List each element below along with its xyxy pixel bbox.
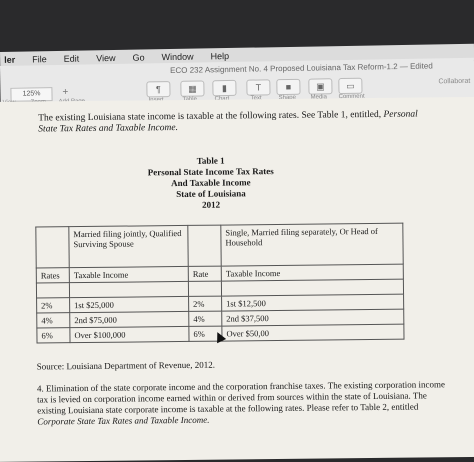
table-source: Source: Louisiana Department of Revenue,…: [36, 359, 216, 372]
menu-help[interactable]: Help: [210, 51, 229, 61]
insert-icon: ¶: [155, 84, 161, 95]
caption-line: 2012: [202, 199, 221, 210]
table-cell: 1st $25,000: [69, 296, 189, 313]
table-button[interactable]: ▦: [180, 80, 205, 97]
media-icon: ▣: [316, 81, 325, 92]
shape-button[interactable]: ■: [276, 78, 301, 96]
tax-rate-table: Married filing jointly, Qualified Surviv…: [35, 223, 405, 344]
group-header-single: Single, Married filing separately, Or He…: [220, 223, 404, 267]
menu-app[interactable]: ler: [4, 55, 15, 65]
chart-button[interactable]: ▮: [212, 79, 237, 97]
table-cell: 2%: [36, 297, 70, 314]
menu-window[interactable]: Window: [161, 52, 193, 63]
group-header-joint: Married filing jointly, Qualified Surviv…: [68, 225, 189, 268]
column-header-income: Taxable Income: [69, 266, 189, 283]
collaborate-button[interactable]: Collaborat: [438, 78, 470, 86]
intro-paragraph: The existing Louisiana state income is t…: [38, 109, 428, 135]
media-button[interactable]: ▣: [308, 78, 333, 95]
comment-icon: ▭: [346, 80, 355, 91]
table-cell-empty: [187, 225, 222, 267]
paragraph-4-text: 4. Elimination of the state corporate in…: [36, 379, 445, 416]
table-group-header-row: Married filing jointly, Qualified Surviv…: [35, 223, 404, 269]
insert-button[interactable]: ¶: [146, 81, 171, 98]
table-cell: 2nd $75,000: [69, 311, 189, 328]
menu-edit[interactable]: Edit: [64, 54, 80, 64]
table-cell: 4%: [188, 311, 222, 327]
table-cell-empty: [35, 226, 70, 269]
table-cell: Over $50,00: [221, 324, 405, 342]
paragraph-4: 4. Elimination of the state corporate in…: [37, 379, 457, 427]
column-header-rates: Rates: [36, 267, 70, 284]
table-icon: ▦: [188, 83, 197, 94]
menu-go[interactable]: Go: [132, 52, 144, 62]
text-button[interactable]: T: [246, 79, 271, 96]
paragraph-4-italic: Corporate State Tax Rates and Taxable In…: [37, 414, 210, 427]
table-cell: 6%: [36, 327, 71, 344]
table-caption: Table 1 Personal State Income Tax Rates …: [101, 155, 322, 212]
menu-view[interactable]: View: [96, 53, 116, 63]
table-cell: 2%: [188, 296, 222, 312]
intro-text: The existing Louisiana state income is t…: [38, 109, 382, 124]
document-page[interactable]: The existing Louisiana state income is t…: [0, 96, 474, 462]
comment-button[interactable]: ▭: [338, 77, 363, 95]
table-cell: 4%: [36, 312, 70, 329]
text-icon: T: [255, 82, 262, 93]
window-title: ECO 232 Assignment No. 4 Proposed Louisi…: [170, 61, 433, 76]
menu-file[interactable]: File: [32, 54, 47, 64]
table-cell: Over $100,000: [69, 326, 190, 343]
column-header-rate: Rate: [188, 266, 222, 282]
add-page-button[interactable]: +: [62, 87, 68, 98]
shape-icon: ■: [285, 81, 292, 93]
chart-icon: ▮: [221, 83, 227, 94]
